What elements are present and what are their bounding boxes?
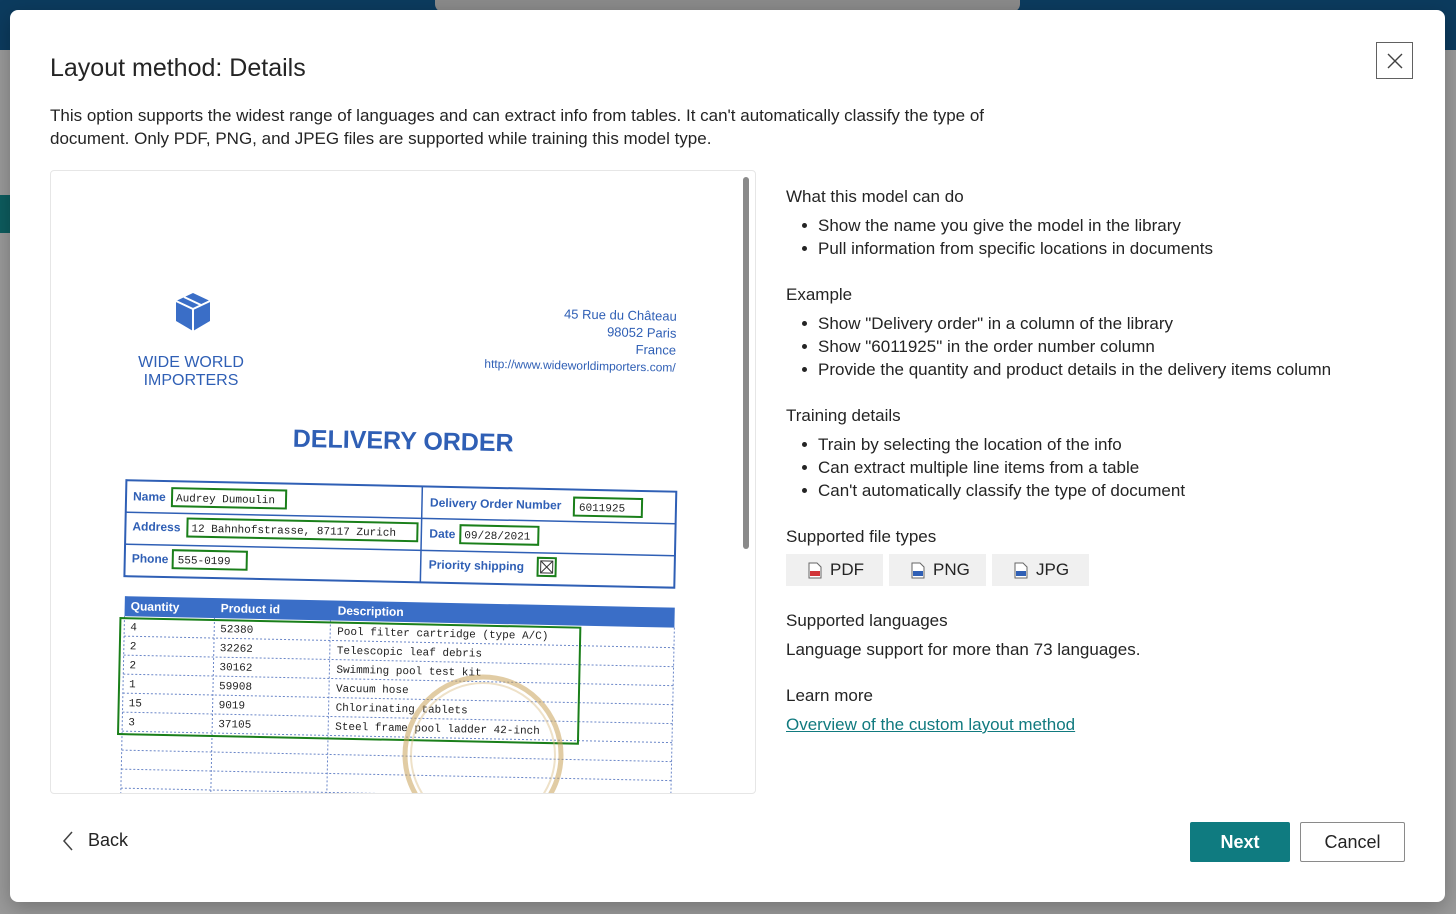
file-types-heading: Supported file types bbox=[786, 527, 937, 546]
phone-label: Phone bbox=[132, 551, 169, 566]
items-row-3-qty: 2 bbox=[129, 660, 136, 672]
can-do-section: What this model can do Show the name you… bbox=[786, 186, 1426, 260]
items-row-2-id: 32262 bbox=[220, 643, 253, 656]
items-row-4-qty: 1 bbox=[129, 679, 136, 691]
items-row-5-qty: 15 bbox=[129, 698, 142, 710]
training-item: Can't automatically classify the type of… bbox=[802, 479, 1426, 502]
phone-value: 555-0199 bbox=[178, 555, 231, 568]
delivery-order-image: WIDE WORLD IMPORTERS 45 Rue du Château 9… bbox=[117, 293, 678, 793]
company-name-line1: WIDE WORLD bbox=[138, 354, 244, 371]
example-item: Provide the quantity and product details… bbox=[802, 358, 1426, 381]
learn-more-heading: Learn more bbox=[786, 686, 873, 705]
pdf-file-icon bbox=[808, 562, 822, 578]
items-row-2-desc: Telescopic leaf debris bbox=[337, 646, 482, 661]
items-row-1-desc: Pool filter cartridge (type A/C) bbox=[337, 627, 548, 643]
file-type-label: JPG bbox=[1036, 560, 1070, 579]
items-row-1-id: 52380 bbox=[220, 624, 253, 637]
jpg-file-icon bbox=[1014, 562, 1028, 578]
layout-details-dialog: Layout method: Details This option suppo… bbox=[10, 10, 1445, 902]
training-heading: Training details bbox=[786, 406, 901, 425]
back-button[interactable]: Back bbox=[62, 830, 128, 851]
dialog-title: Layout method: Details bbox=[50, 54, 306, 82]
file-types-section: Supported file types PDF PNG JPG bbox=[786, 526, 1426, 586]
items-row-4-desc: Vacuum hose bbox=[336, 684, 409, 698]
languages-text: Language support for more than 73 langua… bbox=[786, 640, 1141, 659]
file-type-label: PNG bbox=[933, 560, 970, 579]
items-row-1-qty: 4 bbox=[130, 622, 137, 634]
name-label: Name bbox=[133, 489, 166, 504]
next-button[interactable]: Next bbox=[1190, 822, 1290, 862]
close-icon bbox=[1387, 53, 1402, 68]
address-line2: 98052 Paris bbox=[607, 324, 677, 340]
priority-label: Priority shipping bbox=[429, 558, 525, 574]
languages-section: Supported languages Language support for… bbox=[786, 610, 1426, 661]
languages-heading: Supported languages bbox=[786, 611, 948, 630]
file-type-jpg: JPG bbox=[992, 554, 1089, 586]
learn-more-section: Learn more Overview of the custom layout… bbox=[786, 685, 1426, 736]
file-type-png: PNG bbox=[889, 554, 986, 586]
address-line3: France bbox=[635, 342, 676, 358]
items-row-6-desc: Steel frame pool ladder 42-inch bbox=[335, 722, 540, 738]
can-do-item: Show the name you give the model in the … bbox=[802, 214, 1426, 237]
dialog-description: This option supports the widest range of… bbox=[50, 106, 985, 148]
order-number-label: Delivery Order Number bbox=[430, 496, 562, 513]
date-label: Date bbox=[429, 527, 456, 542]
address-line4: http://www.wideworldimporters.com/ bbox=[484, 357, 676, 375]
chevron-left-icon bbox=[62, 831, 73, 850]
training-item: Train by selecting the location of the i… bbox=[802, 433, 1426, 456]
training-item: Can extract multiple line items from a t… bbox=[802, 456, 1426, 479]
training-section: Training details Train by selecting the … bbox=[786, 405, 1426, 502]
items-header-description: Description bbox=[338, 604, 404, 619]
address-line1: 45 Rue du Château bbox=[564, 306, 677, 323]
can-do-item: Pull information from specific locations… bbox=[802, 237, 1426, 260]
back-label: Back bbox=[88, 830, 129, 850]
example-item: Show "Delivery order" in a column of the… bbox=[802, 312, 1426, 335]
items-row-5-desc: Chlorinating tablets bbox=[335, 703, 467, 718]
items-row-6-qty: 3 bbox=[128, 717, 135, 729]
close-button[interactable] bbox=[1376, 42, 1413, 79]
example-item: Show "6011925" in the order number colum… bbox=[802, 335, 1426, 358]
items-row-4-id: 59908 bbox=[219, 681, 252, 694]
delivery-order-title: DELIVERY ORDER bbox=[293, 425, 514, 458]
address-label: Address bbox=[132, 519, 181, 534]
items-table: Quantity Product id Description 4 52380 … bbox=[117, 596, 675, 793]
example-heading: Example bbox=[786, 285, 853, 304]
date-value: 09/28/2021 bbox=[464, 530, 531, 543]
background-accent-bar bbox=[0, 195, 10, 233]
box-logo-icon bbox=[175, 293, 211, 331]
example-section: Example Show "Delivery order" in a colum… bbox=[786, 284, 1426, 381]
file-type-label: PDF bbox=[830, 560, 864, 579]
items-row-6-id: 37105 bbox=[218, 719, 251, 732]
info-panel: What this model can do Show the name you… bbox=[786, 186, 1426, 760]
items-row-3-id: 30162 bbox=[219, 662, 252, 675]
file-type-pdf: PDF bbox=[786, 554, 883, 586]
overview-link[interactable]: Overview of the custom layout method bbox=[786, 715, 1075, 734]
cancel-button[interactable]: Cancel bbox=[1300, 822, 1405, 862]
can-do-heading: What this model can do bbox=[786, 187, 964, 206]
items-row-3-desc: Swimming pool test kit bbox=[336, 665, 481, 680]
document-preview[interactable]: WIDE WORLD IMPORTERS 45 Rue du Château 9… bbox=[50, 170, 756, 794]
items-row-5-id: 9019 bbox=[219, 700, 246, 713]
items-header-quantity: Quantity bbox=[131, 599, 180, 614]
company-name-line2: IMPORTERS bbox=[144, 372, 239, 389]
items-header-product-id: Product id bbox=[221, 601, 281, 616]
name-value: Audrey Dumoulin bbox=[176, 493, 275, 507]
png-file-icon bbox=[911, 562, 925, 578]
preview-scrollbar[interactable] bbox=[743, 177, 749, 549]
items-row-2-qty: 2 bbox=[130, 641, 137, 653]
order-number-value: 6011925 bbox=[579, 503, 625, 516]
